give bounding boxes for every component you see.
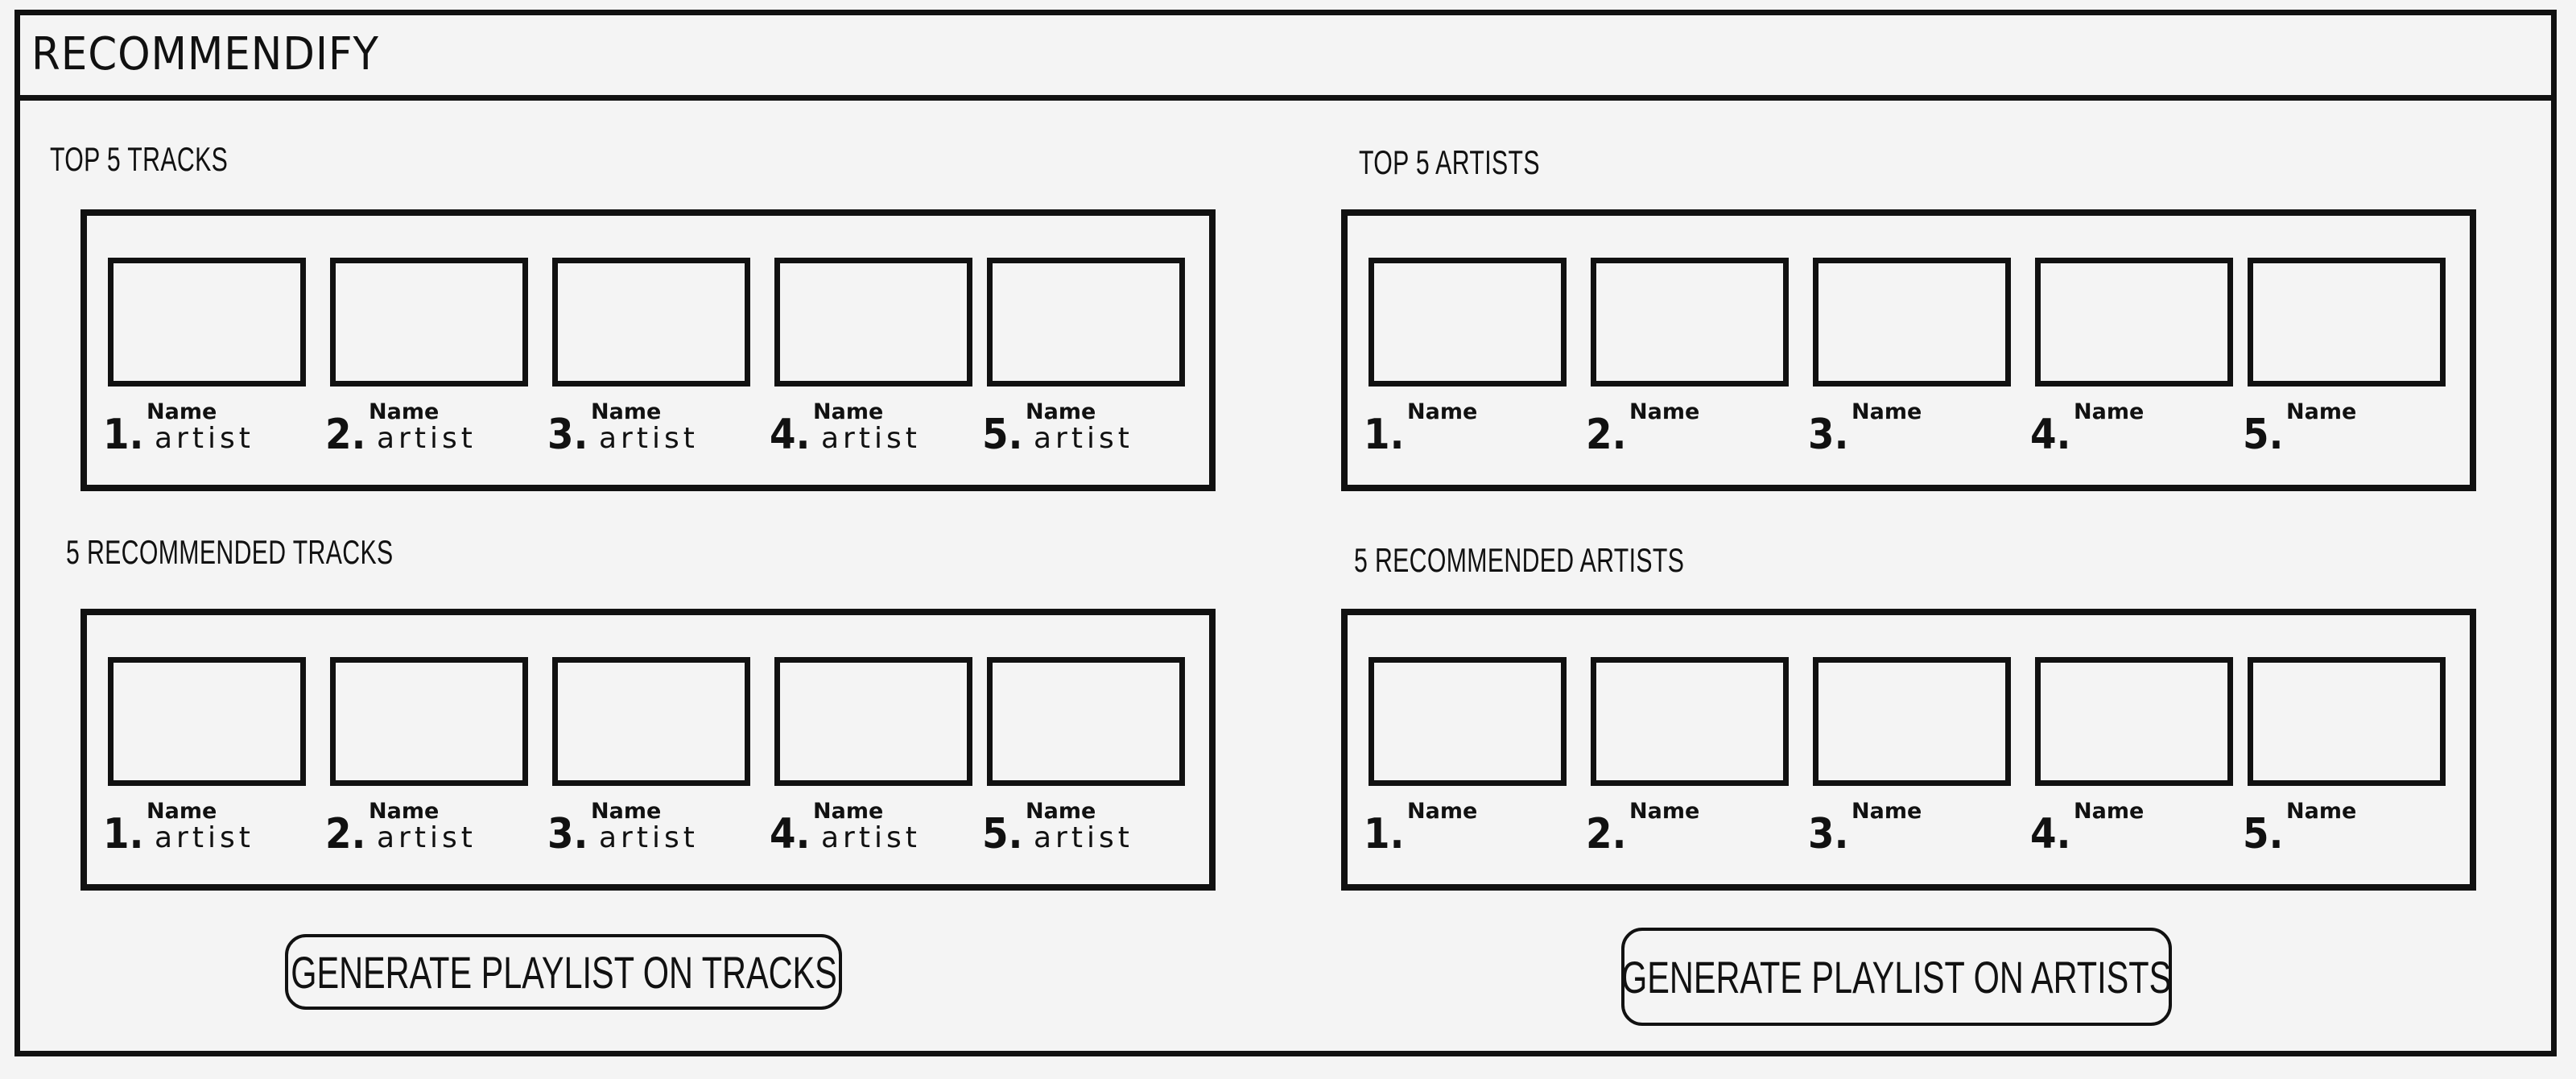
track-card-image[interactable] — [774, 657, 972, 786]
track-rank: 2. — [325, 810, 366, 858]
artist-rank: 1. — [1364, 810, 1405, 858]
artist-rank: 1. — [1364, 411, 1405, 459]
artist-rank: 2. — [1586, 810, 1627, 858]
track-card-image[interactable] — [330, 258, 528, 387]
artist-card-image[interactable] — [1813, 258, 2011, 387]
track-artist[interactable]: artist — [1034, 422, 1133, 455]
artist-card-image[interactable] — [1813, 657, 2011, 786]
artist-name[interactable]: Name — [1407, 799, 1477, 824]
track-rank: 5. — [982, 411, 1023, 459]
track-artist[interactable]: artist — [155, 422, 254, 455]
track-rank: 2. — [325, 411, 366, 459]
generate-playlist-artists-label: GENERATE PLAYLIST ON ARTISTS — [1621, 951, 2172, 1003]
track-rank: 4. — [770, 411, 811, 459]
artist-rank: 5. — [2243, 810, 2284, 858]
track-rank: 1. — [103, 810, 144, 858]
artist-rank: 5. — [2243, 411, 2284, 459]
track-artist[interactable]: artist — [377, 821, 477, 854]
top-tracks-heading: TOP 5 TRACKS — [50, 140, 229, 178]
top-artists-heading: TOP 5 ARTISTS — [1359, 143, 1540, 181]
track-card-image[interactable] — [987, 258, 1185, 387]
track-rank: 3. — [547, 810, 588, 858]
artist-name[interactable]: Name — [2074, 399, 2144, 424]
generate-playlist-tracks-label: GENERATE PLAYLIST ON TRACKS — [290, 946, 837, 998]
track-artist[interactable]: artist — [599, 422, 699, 455]
track-artist[interactable]: artist — [599, 821, 699, 854]
recommended-artists-heading: 5 RECOMMENDED ARTISTS — [1354, 541, 1685, 579]
track-name[interactable]: Name — [369, 399, 439, 424]
track-rank: 5. — [982, 810, 1023, 858]
artist-rank: 4. — [2030, 810, 2071, 858]
track-name[interactable]: Name — [1026, 399, 1096, 424]
recommended-tracks-panel: 1. Name artist 2. Name artist 3. Name artist 4. Na… — [80, 609, 1216, 891]
artist-card-image[interactable] — [2035, 657, 2233, 786]
app-title: RECOMMENDIFY — [31, 28, 379, 81]
track-artist[interactable]: artist — [821, 821, 921, 854]
track-name[interactable]: Name — [813, 399, 883, 424]
artist-name[interactable]: Name — [1852, 799, 1922, 824]
artist-card-image[interactable] — [2248, 258, 2446, 387]
track-card-image[interactable] — [774, 258, 972, 387]
track-name[interactable]: Name — [591, 799, 661, 824]
top-tracks-panel: 1. Name artist 2. Name artist 3. Name artist 4. Na… — [80, 209, 1216, 491]
track-rank: 1. — [103, 411, 144, 459]
artist-name[interactable]: Name — [2286, 799, 2356, 824]
track-card-image[interactable] — [108, 258, 306, 387]
artist-card-image[interactable] — [2248, 657, 2446, 786]
artist-rank: 2. — [1586, 411, 1627, 459]
artist-name[interactable]: Name — [2074, 799, 2144, 824]
artist-name[interactable]: Name — [1852, 399, 1922, 424]
recommended-artists-panel: 1. Name 2. Name 3. Name 4. Name 5. Name — [1341, 609, 2476, 891]
artist-card-image[interactable] — [2035, 258, 2233, 387]
recommended-tracks-heading: 5 RECOMMENDED TRACKS — [66, 533, 394, 571]
track-name[interactable]: Name — [147, 399, 217, 424]
title-bar: RECOMMENDIFY — [20, 15, 2551, 101]
track-artist[interactable]: artist — [377, 422, 477, 455]
artist-name[interactable]: Name — [1629, 799, 1699, 824]
track-card-image[interactable] — [552, 657, 750, 786]
track-rank: 4. — [770, 810, 811, 858]
track-artist[interactable]: artist — [1034, 821, 1133, 854]
track-card-image[interactable] — [552, 258, 750, 387]
artist-name[interactable]: Name — [2286, 399, 2356, 424]
generate-playlist-artists-button[interactable]: GENERATE PLAYLIST ON ARTISTS — [1621, 928, 2172, 1026]
track-rank: 3. — [547, 411, 588, 459]
track-name[interactable]: Name — [813, 799, 883, 824]
track-name[interactable]: Name — [369, 799, 439, 824]
generate-playlist-tracks-button[interactable]: GENERATE PLAYLIST ON TRACKS — [285, 934, 842, 1010]
track-card-image[interactable] — [108, 657, 306, 786]
artist-rank: 4. — [2030, 411, 2071, 459]
track-card-image[interactable] — [987, 657, 1185, 786]
track-card-image[interactable] — [330, 657, 528, 786]
track-name[interactable]: Name — [1026, 799, 1096, 824]
artist-card-image[interactable] — [1591, 657, 1789, 786]
artist-name[interactable]: Name — [1629, 399, 1699, 424]
artist-card-image[interactable] — [1368, 657, 1567, 786]
artist-card-image[interactable] — [1591, 258, 1789, 387]
track-name[interactable]: Name — [591, 399, 661, 424]
artist-rank: 3. — [1808, 411, 1849, 459]
top-artists-panel: 1. Name 2. Name 3. Name 4. Name 5. Name — [1341, 209, 2476, 491]
artist-card-image[interactable] — [1368, 258, 1567, 387]
track-artist[interactable]: artist — [155, 821, 254, 854]
track-artist[interactable]: artist — [821, 422, 921, 455]
app-window: RECOMMENDIFY — [14, 10, 2557, 1056]
artist-rank: 3. — [1808, 810, 1849, 858]
track-name[interactable]: Name — [147, 799, 217, 824]
artist-name[interactable]: Name — [1407, 399, 1477, 424]
